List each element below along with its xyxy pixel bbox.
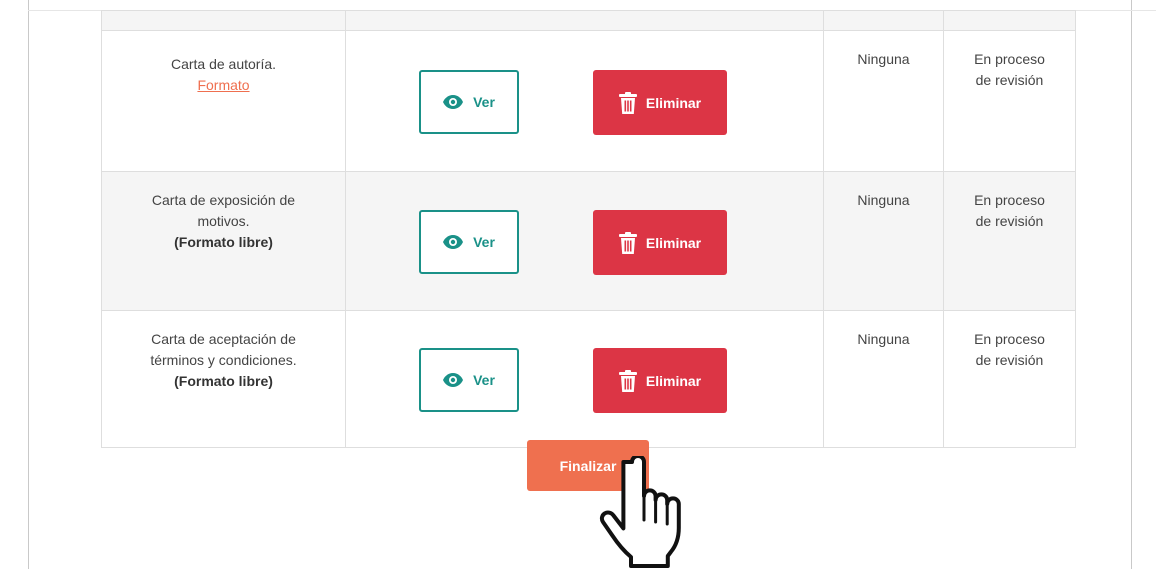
- table-row: Carta de exposición de motivos. (Formato…: [101, 171, 1076, 311]
- status-text: En proceso: [974, 192, 1045, 208]
- document-name-cell: Carta de exposición de motivos. (Formato…: [101, 171, 346, 311]
- documents-table: Carta de autoría. Formato Ver Eliminar N…: [101, 10, 1076, 448]
- view-button[interactable]: Ver: [419, 70, 519, 134]
- header-cell: [345, 10, 824, 31]
- eye-icon: [443, 373, 464, 387]
- delete-button[interactable]: Eliminar: [593, 210, 727, 275]
- actions-cell: Ver Eliminar: [345, 171, 824, 311]
- delete-button-label: Eliminar: [645, 372, 702, 389]
- document-name: Carta de aceptación de: [151, 331, 296, 347]
- status-cell: En proceso de revisión: [943, 30, 1076, 172]
- hand-pointer-cursor-icon: [599, 456, 681, 568]
- table-header-row: [101, 10, 1076, 31]
- header-cell: [823, 10, 944, 31]
- document-name-cell: Carta de aceptación de términos y condic…: [101, 310, 346, 448]
- delete-button-label: Eliminar: [645, 94, 702, 111]
- document-name: Carta de exposición de: [151, 192, 296, 208]
- status-text: de revisión: [975, 213, 1044, 229]
- document-name: Carta de autoría.: [170, 56, 277, 72]
- delete-button[interactable]: Eliminar: [593, 348, 727, 413]
- trash-icon: [618, 369, 637, 392]
- eye-icon: [443, 235, 464, 249]
- format-label: (Formato libre): [174, 234, 273, 250]
- document-name-cell: Carta de autoría. Formato: [101, 30, 346, 172]
- document-name: términos y condiciones.: [150, 352, 297, 368]
- actions-cell: Ver Eliminar: [345, 30, 824, 172]
- delete-button-label: Eliminar: [645, 234, 702, 251]
- status-text: En proceso: [974, 51, 1045, 67]
- document-name: motivos.: [197, 213, 250, 229]
- observations-cell: Ninguna: [823, 171, 944, 311]
- view-button-label: Ver: [473, 234, 495, 250]
- status-text: de revisión: [975, 352, 1044, 368]
- trash-icon: [618, 231, 637, 254]
- header-cell: [943, 10, 1076, 31]
- eye-icon: [443, 95, 464, 109]
- observations-cell: Ninguna: [823, 310, 944, 448]
- status-cell: En proceso de revisión: [943, 310, 1076, 448]
- observations-cell: Ninguna: [823, 30, 944, 172]
- header-cell: [101, 10, 346, 31]
- format-label: (Formato libre): [174, 373, 273, 389]
- status-text: de revisión: [975, 72, 1044, 88]
- table-row: Carta de aceptación de términos y condic…: [101, 310, 1076, 448]
- content-frame-right-border: [1131, 0, 1132, 569]
- status-text: En proceso: [974, 331, 1045, 347]
- actions-cell: Ver Eliminar: [345, 310, 824, 448]
- view-button[interactable]: Ver: [419, 348, 519, 412]
- status-cell: En proceso de revisión: [943, 171, 1076, 311]
- trash-icon: [618, 91, 637, 114]
- delete-button[interactable]: Eliminar: [593, 70, 727, 135]
- content-frame-left-border: [28, 0, 29, 569]
- view-button-label: Ver: [473, 94, 495, 110]
- format-link[interactable]: Formato: [102, 75, 345, 96]
- view-button[interactable]: Ver: [419, 210, 519, 274]
- view-button-label: Ver: [473, 372, 495, 388]
- table-row: Carta de autoría. Formato Ver Eliminar N…: [101, 30, 1076, 172]
